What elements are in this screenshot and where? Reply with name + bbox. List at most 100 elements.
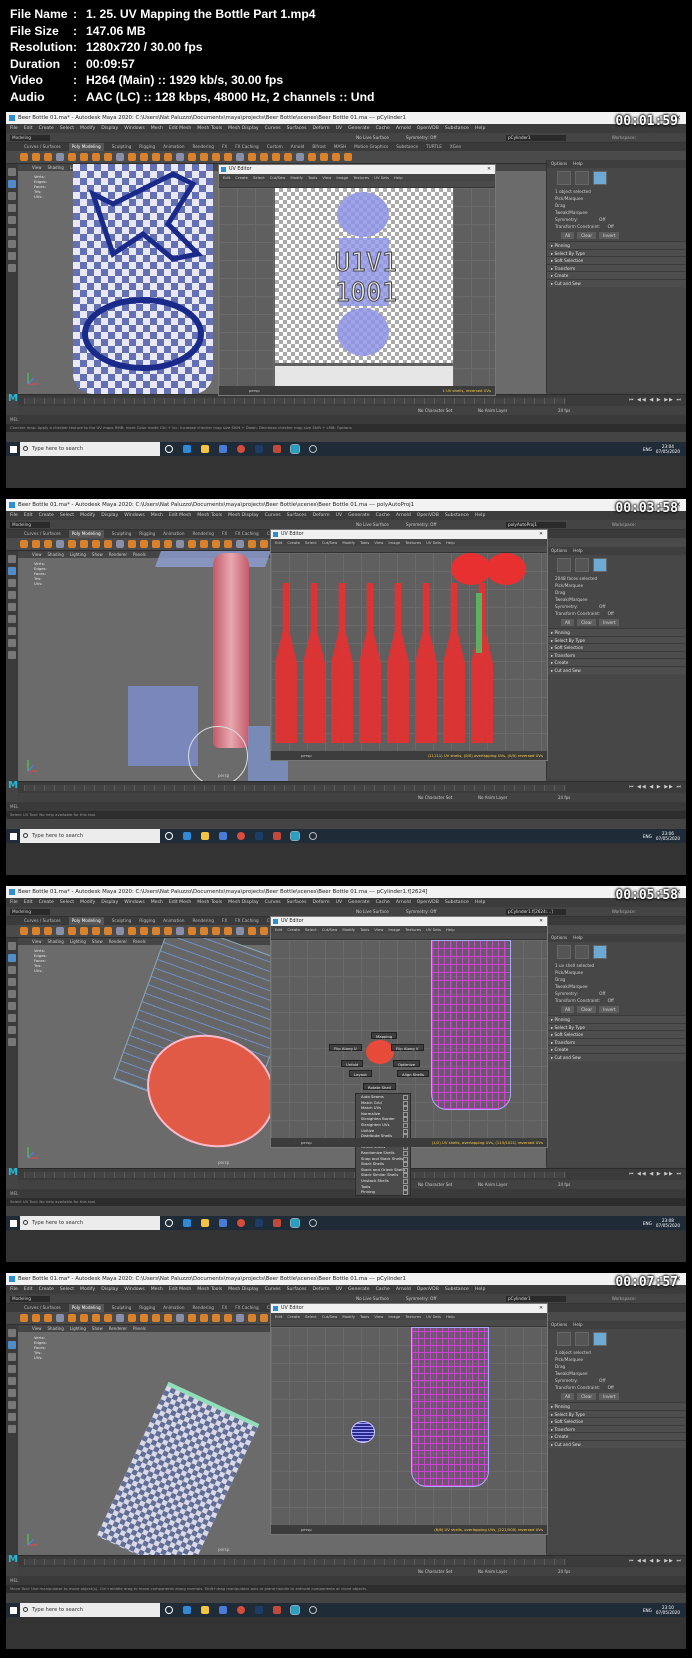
shelf-tool-icon[interactable] xyxy=(272,153,280,161)
chrome-icon[interactable] xyxy=(237,832,245,840)
toolbox-icon[interactable] xyxy=(8,1026,16,1034)
close-icon[interactable]: ✕ xyxy=(539,530,543,539)
shelf-tab[interactable]: Animation xyxy=(163,1304,184,1312)
photoshop-icon[interactable] xyxy=(255,445,263,453)
shelf-tool-icon[interactable] xyxy=(248,540,256,548)
chan-mode[interactable]: Pick/Marquee xyxy=(547,582,686,589)
shelf-tool-icon[interactable] xyxy=(176,927,184,935)
select-diamond-icon[interactable] xyxy=(575,558,589,572)
chrome-icon[interactable] xyxy=(237,1219,245,1227)
main-menu-item[interactable]: Curves xyxy=(265,898,281,907)
chan-button[interactable]: Invert xyxy=(599,1006,620,1013)
file-explorer-icon[interactable] xyxy=(201,1219,209,1227)
task-view-icon[interactable] xyxy=(165,1606,173,1614)
shelf-tab[interactable]: Substance xyxy=(396,143,418,151)
shelf-tool-icon[interactable] xyxy=(92,540,100,548)
uv-editor-window[interactable]: UV Editor ✕ Edit Create Select Cut/Sew Modify… xyxy=(270,529,548,761)
main-menu-item[interactable]: Display xyxy=(101,898,118,907)
chan-button[interactable]: Clear xyxy=(577,1006,597,1013)
object-name-field[interactable]: pCylinder1.f[2624:...] xyxy=(506,909,566,915)
uv-menu-item[interactable]: Tools xyxy=(360,926,369,933)
start-button[interactable] xyxy=(6,1216,20,1230)
shelf-tab[interactable]: Rendering xyxy=(193,1304,214,1312)
uv-editor-window[interactable]: UV Editor ✕ Edit Create Select Cut/Sew Modify… xyxy=(218,164,496,396)
main-menu-item[interactable]: Mesh Display xyxy=(228,1285,259,1294)
main-menu-item[interactable]: UV xyxy=(336,1285,343,1294)
select-lasso-icon[interactable] xyxy=(557,1332,571,1346)
panel-menu-item[interactable]: Shading xyxy=(48,1325,64,1332)
shelf-tool-icon[interactable] xyxy=(200,153,208,161)
chan-mode[interactable]: Drag xyxy=(547,202,686,209)
chan-section[interactable]: ▸ Transform xyxy=(547,650,686,659)
maya-taskbar-icon[interactable] xyxy=(290,1605,300,1615)
settings-icon[interactable] xyxy=(309,1606,317,1614)
chan-menu-item[interactable]: Help xyxy=(573,161,583,166)
uv-menu-item[interactable]: Help xyxy=(446,926,455,933)
shelf-tab[interactable]: Rigging xyxy=(139,143,155,151)
toolbox-icon[interactable] xyxy=(8,978,16,986)
uv-grid[interactable]: Mapping Flip Along U Flip Along V Unfold Opt… xyxy=(271,940,547,1196)
panel-menu-item[interactable]: Panels xyxy=(133,1325,146,1332)
toolbox-icon[interactable] xyxy=(8,192,16,200)
shelf-tab[interactable]: Custom xyxy=(267,143,283,151)
file-explorer-icon[interactable] xyxy=(201,1606,209,1614)
chan-mode[interactable]: Tweak/Marquee xyxy=(547,596,686,603)
shelf-tool-icon[interactable] xyxy=(104,540,112,548)
uv-menu-item[interactable]: Help xyxy=(446,1313,455,1320)
shelf-tab[interactable]: Sculpting xyxy=(112,143,132,151)
command-line[interactable]: MEL xyxy=(6,1189,686,1198)
toolbox-icon[interactable] xyxy=(8,240,16,248)
shelf-tool-icon[interactable] xyxy=(104,153,112,161)
panel-menu-item[interactable]: Renderer xyxy=(109,1325,127,1332)
chan-section[interactable]: ▸ Transform xyxy=(547,1037,686,1046)
main-menu-item[interactable]: Generate xyxy=(348,898,369,907)
range-slider[interactable]: No Character Set No Anim Layer 24 fps xyxy=(18,1567,686,1576)
uv-grid[interactable]: U1V1 1001 xyxy=(219,188,495,386)
select-cube-icon[interactable] xyxy=(593,1332,607,1346)
shelf-tab[interactable]: Rigging xyxy=(139,917,155,925)
toolbox-icon[interactable] xyxy=(8,639,16,647)
shelf-tab[interactable]: Rendering xyxy=(193,917,214,925)
main-menu-item[interactable]: Help xyxy=(475,1285,485,1294)
toolbox-icon[interactable] xyxy=(8,942,16,950)
chan-mode[interactable]: Pick/Marquee xyxy=(547,195,686,202)
photoshop-icon[interactable] xyxy=(255,1606,263,1614)
live-surface[interactable]: No Live Surface xyxy=(356,909,389,914)
select-cube-icon[interactable] xyxy=(593,558,607,572)
main-menu-item[interactable]: Generate xyxy=(348,124,369,133)
uv-menu-item[interactable]: View xyxy=(374,539,383,546)
main-menu-item[interactable]: Display xyxy=(101,1285,118,1294)
task-view-icon[interactable] xyxy=(165,832,173,840)
symmetry-dropdown[interactable]: Symmetry: Off xyxy=(406,909,436,914)
chan-section[interactable]: ▸ Pinning xyxy=(547,241,686,249)
main-menu-item[interactable]: Substance xyxy=(445,511,469,520)
uv-menu-item[interactable]: Tools xyxy=(360,1313,369,1320)
shelf-tool-icon[interactable] xyxy=(260,927,268,935)
main-menu-item[interactable]: Edit xyxy=(24,1285,33,1294)
marking-menu-item[interactable]: Optimize xyxy=(393,1060,421,1067)
chan-menu-item[interactable]: Help xyxy=(573,935,583,940)
uv-menu-item[interactable]: Modify xyxy=(290,174,303,181)
panel-menu-item[interactable]: View xyxy=(32,164,42,171)
shelf-tool-icon[interactable] xyxy=(164,927,172,935)
mail-icon[interactable] xyxy=(219,832,227,840)
main-menu-item[interactable]: Deform xyxy=(313,898,330,907)
chan-mode[interactable]: Drag xyxy=(547,589,686,596)
uv-menu-item[interactable]: UV Sets xyxy=(426,539,441,546)
panel-menu-item[interactable]: Show xyxy=(92,551,103,558)
uv-menu-item[interactable]: Create xyxy=(235,174,248,181)
chan-mode[interactable]: Drag xyxy=(547,1363,686,1370)
select-lasso-icon[interactable] xyxy=(557,171,571,185)
shelf-tab[interactable]: FX xyxy=(222,530,227,538)
chan-section[interactable]: ▸ Create xyxy=(547,1045,686,1053)
toolbox-icon[interactable] xyxy=(8,579,16,587)
substance-icon[interactable] xyxy=(273,445,281,453)
mode-dropdown[interactable]: Modeling xyxy=(10,1296,50,1302)
main-menu-item[interactable]: Display xyxy=(101,511,118,520)
main-menu-item[interactable]: Modify xyxy=(80,1285,95,1294)
character-set[interactable]: No Character Set xyxy=(418,406,452,415)
main-menu-item[interactable]: Windows xyxy=(124,898,145,907)
mode-dropdown[interactable]: Modeling xyxy=(10,909,50,915)
range-slider[interactable]: No Character Set No Anim Layer 24 fps xyxy=(18,1180,686,1189)
shelf-tool-icon[interactable] xyxy=(236,1314,244,1322)
